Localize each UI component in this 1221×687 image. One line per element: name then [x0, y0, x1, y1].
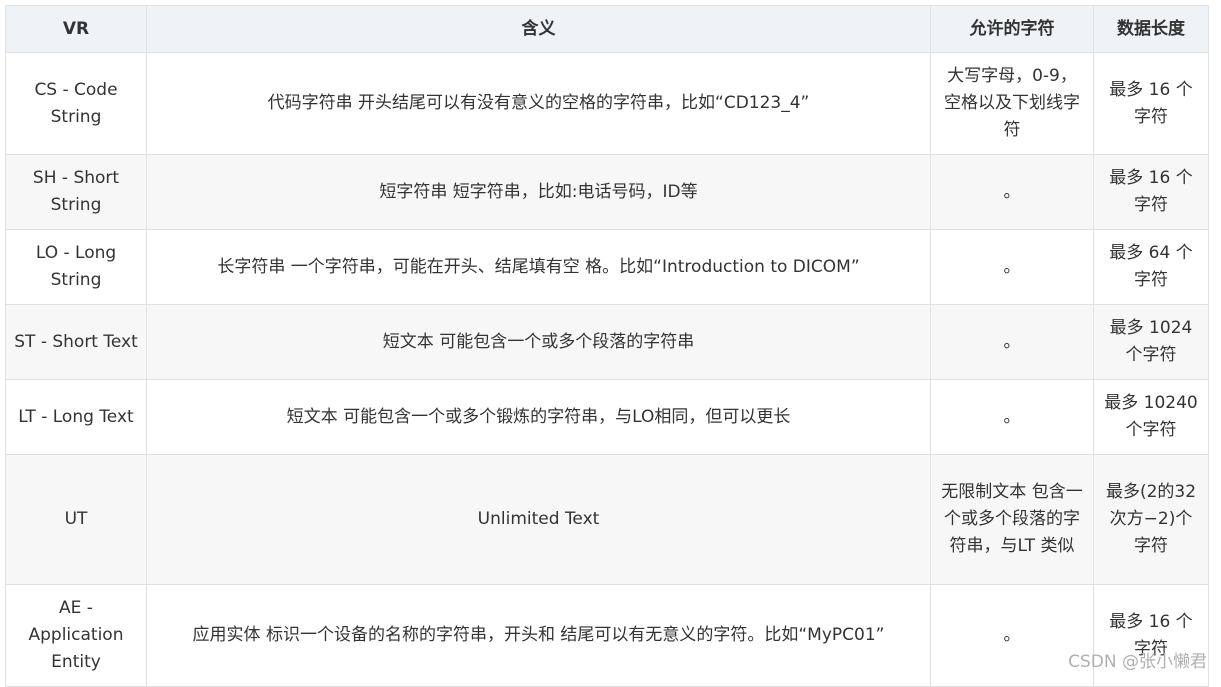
cell-allowed-chars: 。: [930, 304, 1094, 380]
cell-data-length: 最多 1024 个字符: [1093, 304, 1209, 380]
table-row: ST - Short Text 短文本 可能包含一个或多个段落的字符串 。 最多…: [5, 304, 1209, 380]
table-row: SH - Short String 短字符串 短字符串，比如:电话号码，ID等 …: [5, 154, 1209, 230]
cell-vr: LT - Long Text: [5, 379, 147, 455]
table-row: UT Unlimited Text 无限制文本 包含一个或多个段落的字符串，与L…: [5, 454, 1209, 585]
cell-allowed-chars: 。: [930, 229, 1094, 305]
header-vr: VR: [5, 5, 147, 53]
table-row: CS - Code String 代码字符串 开头结尾可以有没有意义的空格的字符…: [5, 52, 1209, 155]
cell-data-length: 最多(2的32次方−2)个字符: [1093, 454, 1209, 585]
cell-data-length: 最多 10240 个字符: [1093, 379, 1209, 455]
cell-data-length: 最多 64 个字符: [1093, 229, 1209, 305]
table-row: LO - Long String 长字符串 一个字符串，可能在开头、结尾填有空 …: [5, 229, 1209, 305]
header-data-length: 数据长度: [1093, 5, 1209, 53]
cell-vr: LO - Long String: [5, 229, 147, 305]
cell-data-length: 最多 16 个字符: [1093, 154, 1209, 230]
header-allowed-chars: 允许的字符: [930, 5, 1094, 53]
cell-allowed-chars: 大写字母，0-9，空格以及下划线字符: [930, 52, 1094, 155]
vr-table: VR 含义 允许的字符 数据长度 CS - Code String 代码字符串 …: [5, 5, 1209, 687]
cell-allowed-chars: 无限制文本 包含一个或多个段落的字符串，与LT 类似: [930, 454, 1094, 585]
cell-meaning: 短文本 可能包含一个或多个锻炼的字符串，与LO相同，但可以更长: [146, 379, 931, 455]
cell-vr: CS - Code String: [5, 52, 147, 155]
cell-vr: AE - Application Entity: [5, 584, 147, 687]
cell-vr: ST - Short Text: [5, 304, 147, 380]
table-row: LT - Long Text 短文本 可能包含一个或多个锻炼的字符串，与LO相同…: [5, 379, 1209, 455]
table-row: AE - Application Entity 应用实体 标识一个设备的名称的字…: [5, 584, 1209, 687]
cell-meaning: 短文本 可能包含一个或多个段落的字符串: [146, 304, 931, 380]
cell-vr: UT: [5, 454, 147, 585]
cell-data-length: 最多 16 个字符: [1093, 52, 1209, 155]
cell-meaning: 短字符串 短字符串，比如:电话号码，ID等: [146, 154, 931, 230]
cell-allowed-chars: 。: [930, 379, 1094, 455]
cell-meaning: 代码字符串 开头结尾可以有没有意义的空格的字符串，比如“CD123_4”: [146, 52, 931, 155]
table-header-row: VR 含义 允许的字符 数据长度: [5, 5, 1209, 53]
cell-meaning: Unlimited Text: [146, 454, 931, 585]
cell-meaning: 应用实体 标识一个设备的名称的字符串，开头和 结尾可以有无意义的字符。比如“My…: [146, 584, 931, 687]
csdn-watermark: CSDN @张小懒君: [1068, 652, 1207, 672]
cell-allowed-chars: 。: [930, 154, 1094, 230]
header-meaning: 含义: [146, 5, 931, 53]
cell-vr: SH - Short String: [5, 154, 147, 230]
cell-meaning: 长字符串 一个字符串，可能在开头、结尾填有空 格。比如“Introduction…: [146, 229, 931, 305]
